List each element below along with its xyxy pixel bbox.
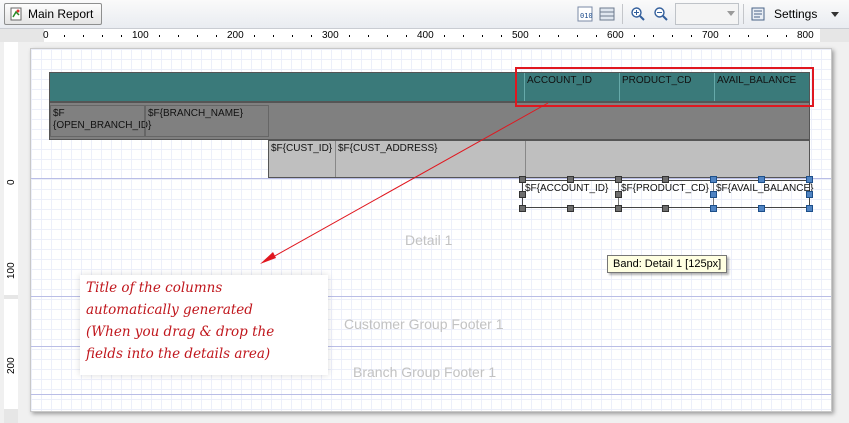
band-label-detail: Detail 1 <box>405 232 453 248</box>
resize-handle[interactable] <box>662 205 669 212</box>
branch-group-header-band[interactable]: $F {OPEN_BRANCH_ID} $F{BRANCH_NAME} <box>49 102 810 140</box>
ruler-band-area <box>4 299 18 409</box>
ruler-label: 800 <box>797 30 814 41</box>
settings-button[interactable]: Settings <box>750 4 840 24</box>
annotation-line: automatically generated <box>86 302 253 318</box>
resize-handle-selected[interactable] <box>758 176 765 183</box>
horizontal-ruler: 0 100 200 300 400 500 600 700 800 <box>0 29 849 42</box>
resize-handle[interactable] <box>567 205 574 212</box>
chevron-down-icon <box>727 11 735 16</box>
vertical-ruler: 0 100 200 <box>4 42 18 423</box>
detail-field-avail-balance[interactable]: $F{AVAIL_BALANCE} <box>714 181 813 207</box>
ruler-label: 600 <box>607 30 624 41</box>
ruler-label: 700 <box>702 30 719 41</box>
svg-text:010: 010 <box>580 12 593 20</box>
settings-icon <box>750 6 766 22</box>
customer-group-header-band[interactable]: $F{CUST_ID} $F{CUST_ADDRESS} <box>268 140 810 178</box>
field-cust-address[interactable]: $F{CUST_ADDRESS} <box>336 141 526 177</box>
ruler-label: 100 <box>132 30 149 41</box>
annotation-highlight-box <box>515 67 814 107</box>
ruler-label: 200 <box>6 357 17 374</box>
resize-handle[interactable] <box>567 176 574 183</box>
resize-handle-selected[interactable] <box>710 176 717 183</box>
field-cust-id[interactable]: $F{CUST_ID} <box>269 141 336 177</box>
annotation-note: Title of the columns automatically gener… <box>80 275 328 375</box>
ruler-label: 100 <box>6 262 17 279</box>
resize-handle-selected[interactable] <box>806 205 813 212</box>
resize-handle[interactable] <box>519 176 526 183</box>
ruler-label: 0 <box>6 179 17 185</box>
resize-handle-selected[interactable] <box>806 176 813 183</box>
ruler-label: 400 <box>417 30 434 41</box>
main-report-button[interactable]: Main Report <box>4 3 103 25</box>
settings-label: Settings <box>774 7 818 21</box>
toolbar-separator <box>622 4 623 24</box>
main-report-label: Main Report <box>28 7 94 21</box>
annotation-line: (When you drag & drop the <box>86 324 275 340</box>
toolbar-separator <box>743 4 744 24</box>
annotation-line: Title of the columns <box>86 280 223 296</box>
zoom-out-icon[interactable] <box>652 5 670 23</box>
report-icon <box>9 7 23 21</box>
resize-handle[interactable] <box>519 191 526 198</box>
resize-handle[interactable] <box>615 191 622 198</box>
zoom-in-icon[interactable] <box>629 5 647 23</box>
band-tooltip: Band: Detail 1 [125px] <box>607 255 728 273</box>
grid-toggle-icon[interactable] <box>598 5 616 23</box>
resize-handle-selected[interactable] <box>710 205 717 212</box>
ruler-band-area <box>4 42 18 177</box>
resize-handle[interactable] <box>662 176 669 183</box>
ruler-label: 200 <box>227 30 244 41</box>
resize-handle[interactable] <box>519 205 526 212</box>
resize-handle[interactable] <box>615 205 622 212</box>
field-open-branch-id[interactable]: $F {OPEN_BRANCH_ID} <box>50 105 151 137</box>
resize-handle[interactable] <box>615 176 622 183</box>
resize-handle-selected[interactable] <box>806 191 813 198</box>
detail-field-product-cd[interactable]: $F{PRODUCT_CD} <box>619 181 714 207</box>
resize-handle-selected[interactable] <box>758 205 765 212</box>
band-label-branch-footer: Branch Group Footer 1 <box>353 364 497 380</box>
binary-field-icon[interactable]: 010 <box>576 5 594 23</box>
field-branch-name[interactable]: $F{BRANCH_NAME} <box>145 105 269 137</box>
ruler-label: 500 <box>512 30 529 41</box>
detail-field-group[interactable]: $F{ACCOUNT_ID} $F{PRODUCT_CD} $F{AVAIL_B… <box>522 180 813 208</box>
report-toolbar: Main Report 010 Settings <box>0 0 849 29</box>
band-label-customer-footer: Customer Group Footer 1 <box>344 316 504 332</box>
detail-field-account-id[interactable]: $F{ACCOUNT_ID} <box>523 181 619 207</box>
chevron-down-icon <box>831 11 840 17</box>
band-divider <box>31 394 831 395</box>
ruler-label: 300 <box>322 30 339 41</box>
zoom-combo[interactable] <box>675 3 739 25</box>
resize-handle-selected[interactable] <box>710 191 717 198</box>
ruler-label: 0 <box>43 30 49 41</box>
annotation-line: fields into the details area) <box>86 346 271 362</box>
